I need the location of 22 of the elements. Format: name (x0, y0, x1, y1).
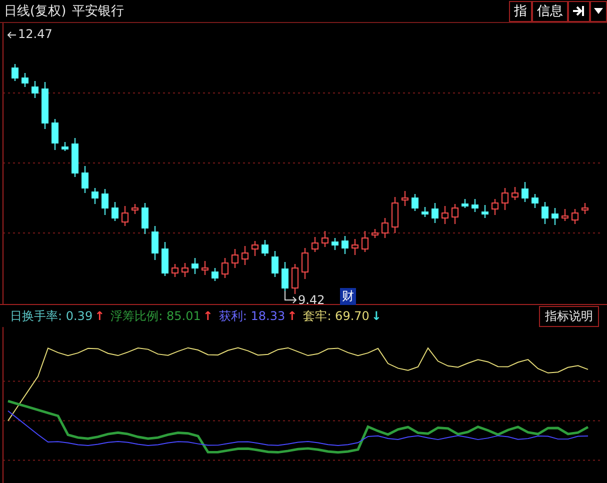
indicator-reading: 浮筹比例: 85.01 (110, 308, 201, 324)
trend-arrow: ↑ (94, 309, 105, 323)
caret-icon (594, 8, 603, 14)
toolbar-button[interactable]: 指 (509, 0, 532, 22)
low-price-label: 9.42 (298, 293, 325, 307)
trend-arrow: ↑ (287, 309, 298, 323)
trend-arrow: ↑ (202, 309, 213, 323)
stock-name: 平安银行 (72, 3, 124, 20)
leader-line (7, 32, 16, 38)
indicator-reading: 日换手率: 0.39 (10, 308, 93, 324)
chart-period-label: 日线(复权) (4, 3, 66, 20)
indicator-reading: 套牢: 69.70 (303, 308, 370, 324)
event-badge[interactable]: 财 (340, 288, 356, 305)
toolbar-button[interactable]: 信息 (532, 0, 568, 22)
leader-line (284, 290, 297, 304)
arrow-to-bar-icon (572, 5, 586, 17)
trend-arrow: ↓ (371, 309, 382, 323)
dropdown-button[interactable] (590, 0, 607, 22)
indicator-reading: 获利: 18.33 (218, 308, 286, 324)
high-price-label: 12.47 (18, 27, 52, 41)
expand-button[interactable] (568, 0, 590, 22)
indicator-help-button[interactable]: 指标说明 (539, 306, 599, 326)
